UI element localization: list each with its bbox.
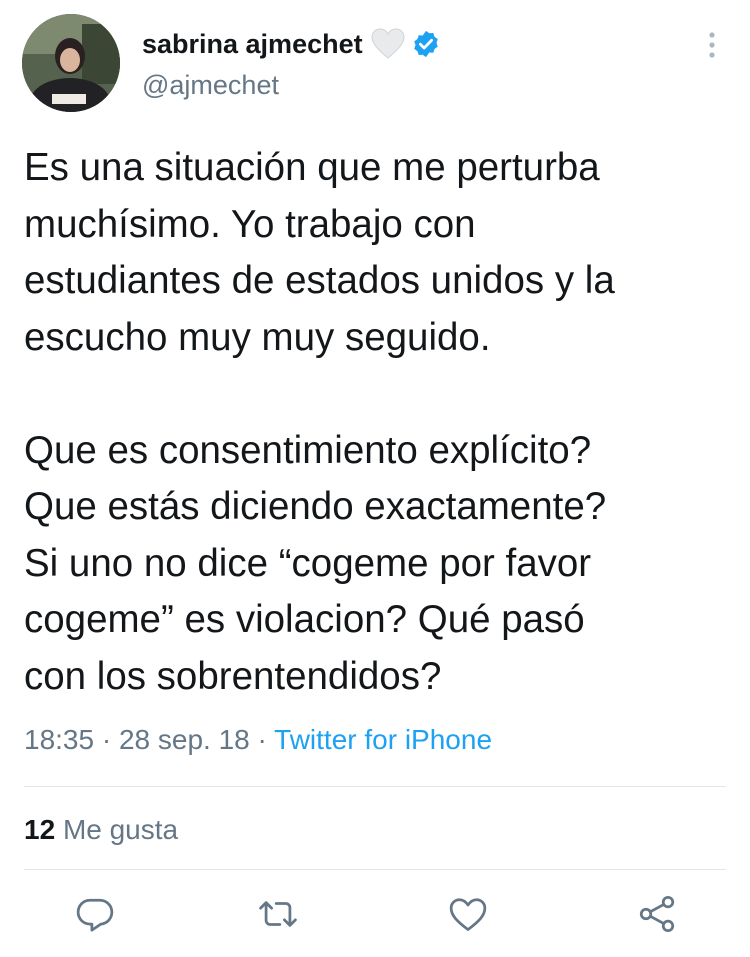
avatar-photo xyxy=(22,14,120,112)
tweet-line: muchísimo. Yo trabajo con xyxy=(24,202,476,246)
avatar[interactable] xyxy=(22,14,120,112)
divider xyxy=(24,869,726,870)
tweet-text: Es una situación que me perturba muchísi… xyxy=(24,140,740,705)
white-heart-emoji-icon xyxy=(371,28,405,60)
retweet-icon[interactable] xyxy=(256,892,300,936)
user-handle[interactable]: @ajmechet xyxy=(142,70,279,101)
like-icon[interactable] xyxy=(446,892,490,936)
meta-separator: · xyxy=(249,724,275,755)
likes-label: Me gusta xyxy=(62,814,179,845)
likes-count: 12 xyxy=(24,814,56,845)
tweet-meta: 18:35 · 28 sep. 18 · Twitter for iPhone xyxy=(24,724,492,756)
tweet-date: 28 sep. 18 xyxy=(118,724,250,755)
tweet-line: Si uno no dice “cogeme por favor xyxy=(24,541,592,585)
tweet-line: Que estás diciendo exactamente? xyxy=(24,485,607,528)
likes-stat[interactable]: 12 Me gusta xyxy=(24,814,178,846)
action-bar xyxy=(0,892,750,936)
name-row: sabrina ajmechet xyxy=(142,24,441,64)
tweet-header: sabrina ajmechet @ajmechet xyxy=(0,0,750,120)
reply-icon[interactable] xyxy=(73,892,117,936)
display-name[interactable]: sabrina ajmechet xyxy=(142,29,363,60)
tweet-line: Es una situación que me perturba xyxy=(24,146,600,189)
more-vertical-icon[interactable] xyxy=(700,30,724,60)
tweet-time: 18:35 xyxy=(24,724,95,755)
tweet-line: cogeme” es violacion? Qué pasó xyxy=(24,598,585,641)
tweet-line: con los sobrentendidos? xyxy=(24,654,442,698)
share-icon[interactable] xyxy=(635,892,679,936)
meta-separator: · xyxy=(94,724,119,755)
tweet-line: escucho muy muy seguido. xyxy=(24,315,491,359)
tweet-line: estudiantes de estados unidos y la xyxy=(24,259,615,302)
divider xyxy=(24,786,726,787)
tweet-source-link[interactable]: Twitter for iPhone xyxy=(274,724,492,755)
tweet-line: Que es consentimiento explícito? xyxy=(24,428,592,472)
verified-badge-icon xyxy=(411,29,441,59)
